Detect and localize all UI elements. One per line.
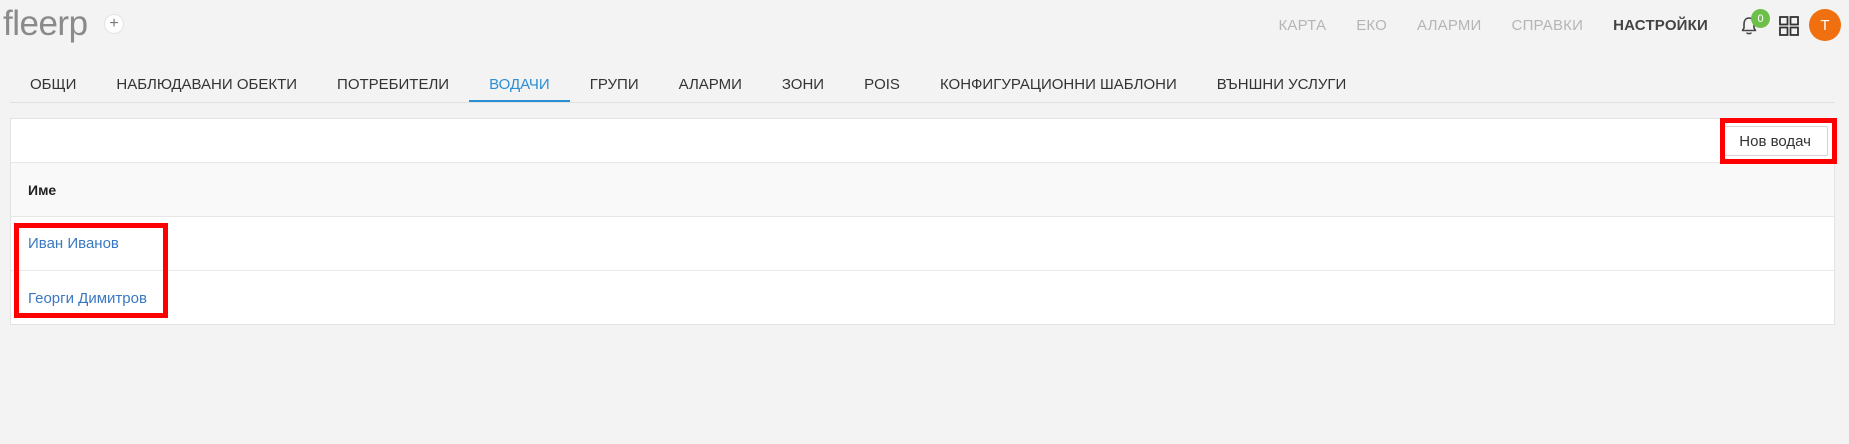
main-nav: КАРТА ЕКО АЛАРМИ СПРАВКИ НАСТРОЙКИ (1248, 0, 1708, 50)
nav-item-map[interactable]: КАРТА (1278, 17, 1326, 34)
notification-count-badge: 0 (1751, 9, 1770, 28)
new-driver-button[interactable]: Нов водач (1722, 126, 1828, 156)
top-header: fleerp + КАРТА ЕКО АЛАРМИ СПРАВКИ НАСТРО… (0, 0, 1849, 50)
panel-toolbar: Нов водач (11, 119, 1834, 163)
table-row: Георги Димитров (11, 271, 1834, 325)
user-avatar[interactable]: T (1809, 9, 1841, 41)
column-header-name[interactable]: Име (28, 182, 56, 198)
tab-general[interactable]: ОБЩИ (10, 66, 96, 102)
table-row: Иван Иванов (11, 217, 1834, 271)
nav-item-alarms[interactable]: АЛАРМИ (1417, 17, 1482, 34)
tab-configuration-templates[interactable]: КОНФИГУРАЦИОННИ ШАБЛОНИ (920, 66, 1197, 102)
nav-item-eco[interactable]: ЕКО (1356, 17, 1387, 34)
plus-icon[interactable]: + (104, 14, 124, 34)
drivers-panel: Нов водач Име Иван Иванов Георги Димитро… (10, 118, 1835, 325)
nav-item-settings[interactable]: НАСТРОЙКИ (1613, 17, 1708, 34)
tab-external-services[interactable]: ВЪНШНИ УСЛУГИ (1197, 66, 1367, 102)
tab-alarms[interactable]: АЛАРМИ (659, 66, 762, 102)
grid-icon[interactable] (1778, 15, 1800, 37)
driver-link[interactable]: Георги Димитров (28, 290, 147, 307)
nav-item-reports[interactable]: СПРАВКИ (1512, 17, 1584, 34)
tab-users[interactable]: ПОТРЕБИТЕЛИ (317, 66, 469, 102)
tab-zones[interactable]: ЗОНИ (762, 66, 844, 102)
tab-groups[interactable]: ГРУПИ (570, 66, 659, 102)
tab-drivers[interactable]: ВОДАЧИ (469, 66, 570, 102)
settings-tabs: ОБЩИ НАБЛЮДАВАНИ ОБЕКТИ ПОТРЕБИТЕЛИ ВОДА… (10, 66, 1835, 103)
driver-link[interactable]: Иван Иванов (28, 235, 119, 252)
app-logo[interactable]: fleerp (3, 2, 88, 46)
tab-pois[interactable]: POIS (844, 66, 920, 102)
table-header: Име (11, 163, 1834, 217)
tab-monitored-objects[interactable]: НАБЛЮДАВАНИ ОБЕКТИ (96, 66, 317, 102)
